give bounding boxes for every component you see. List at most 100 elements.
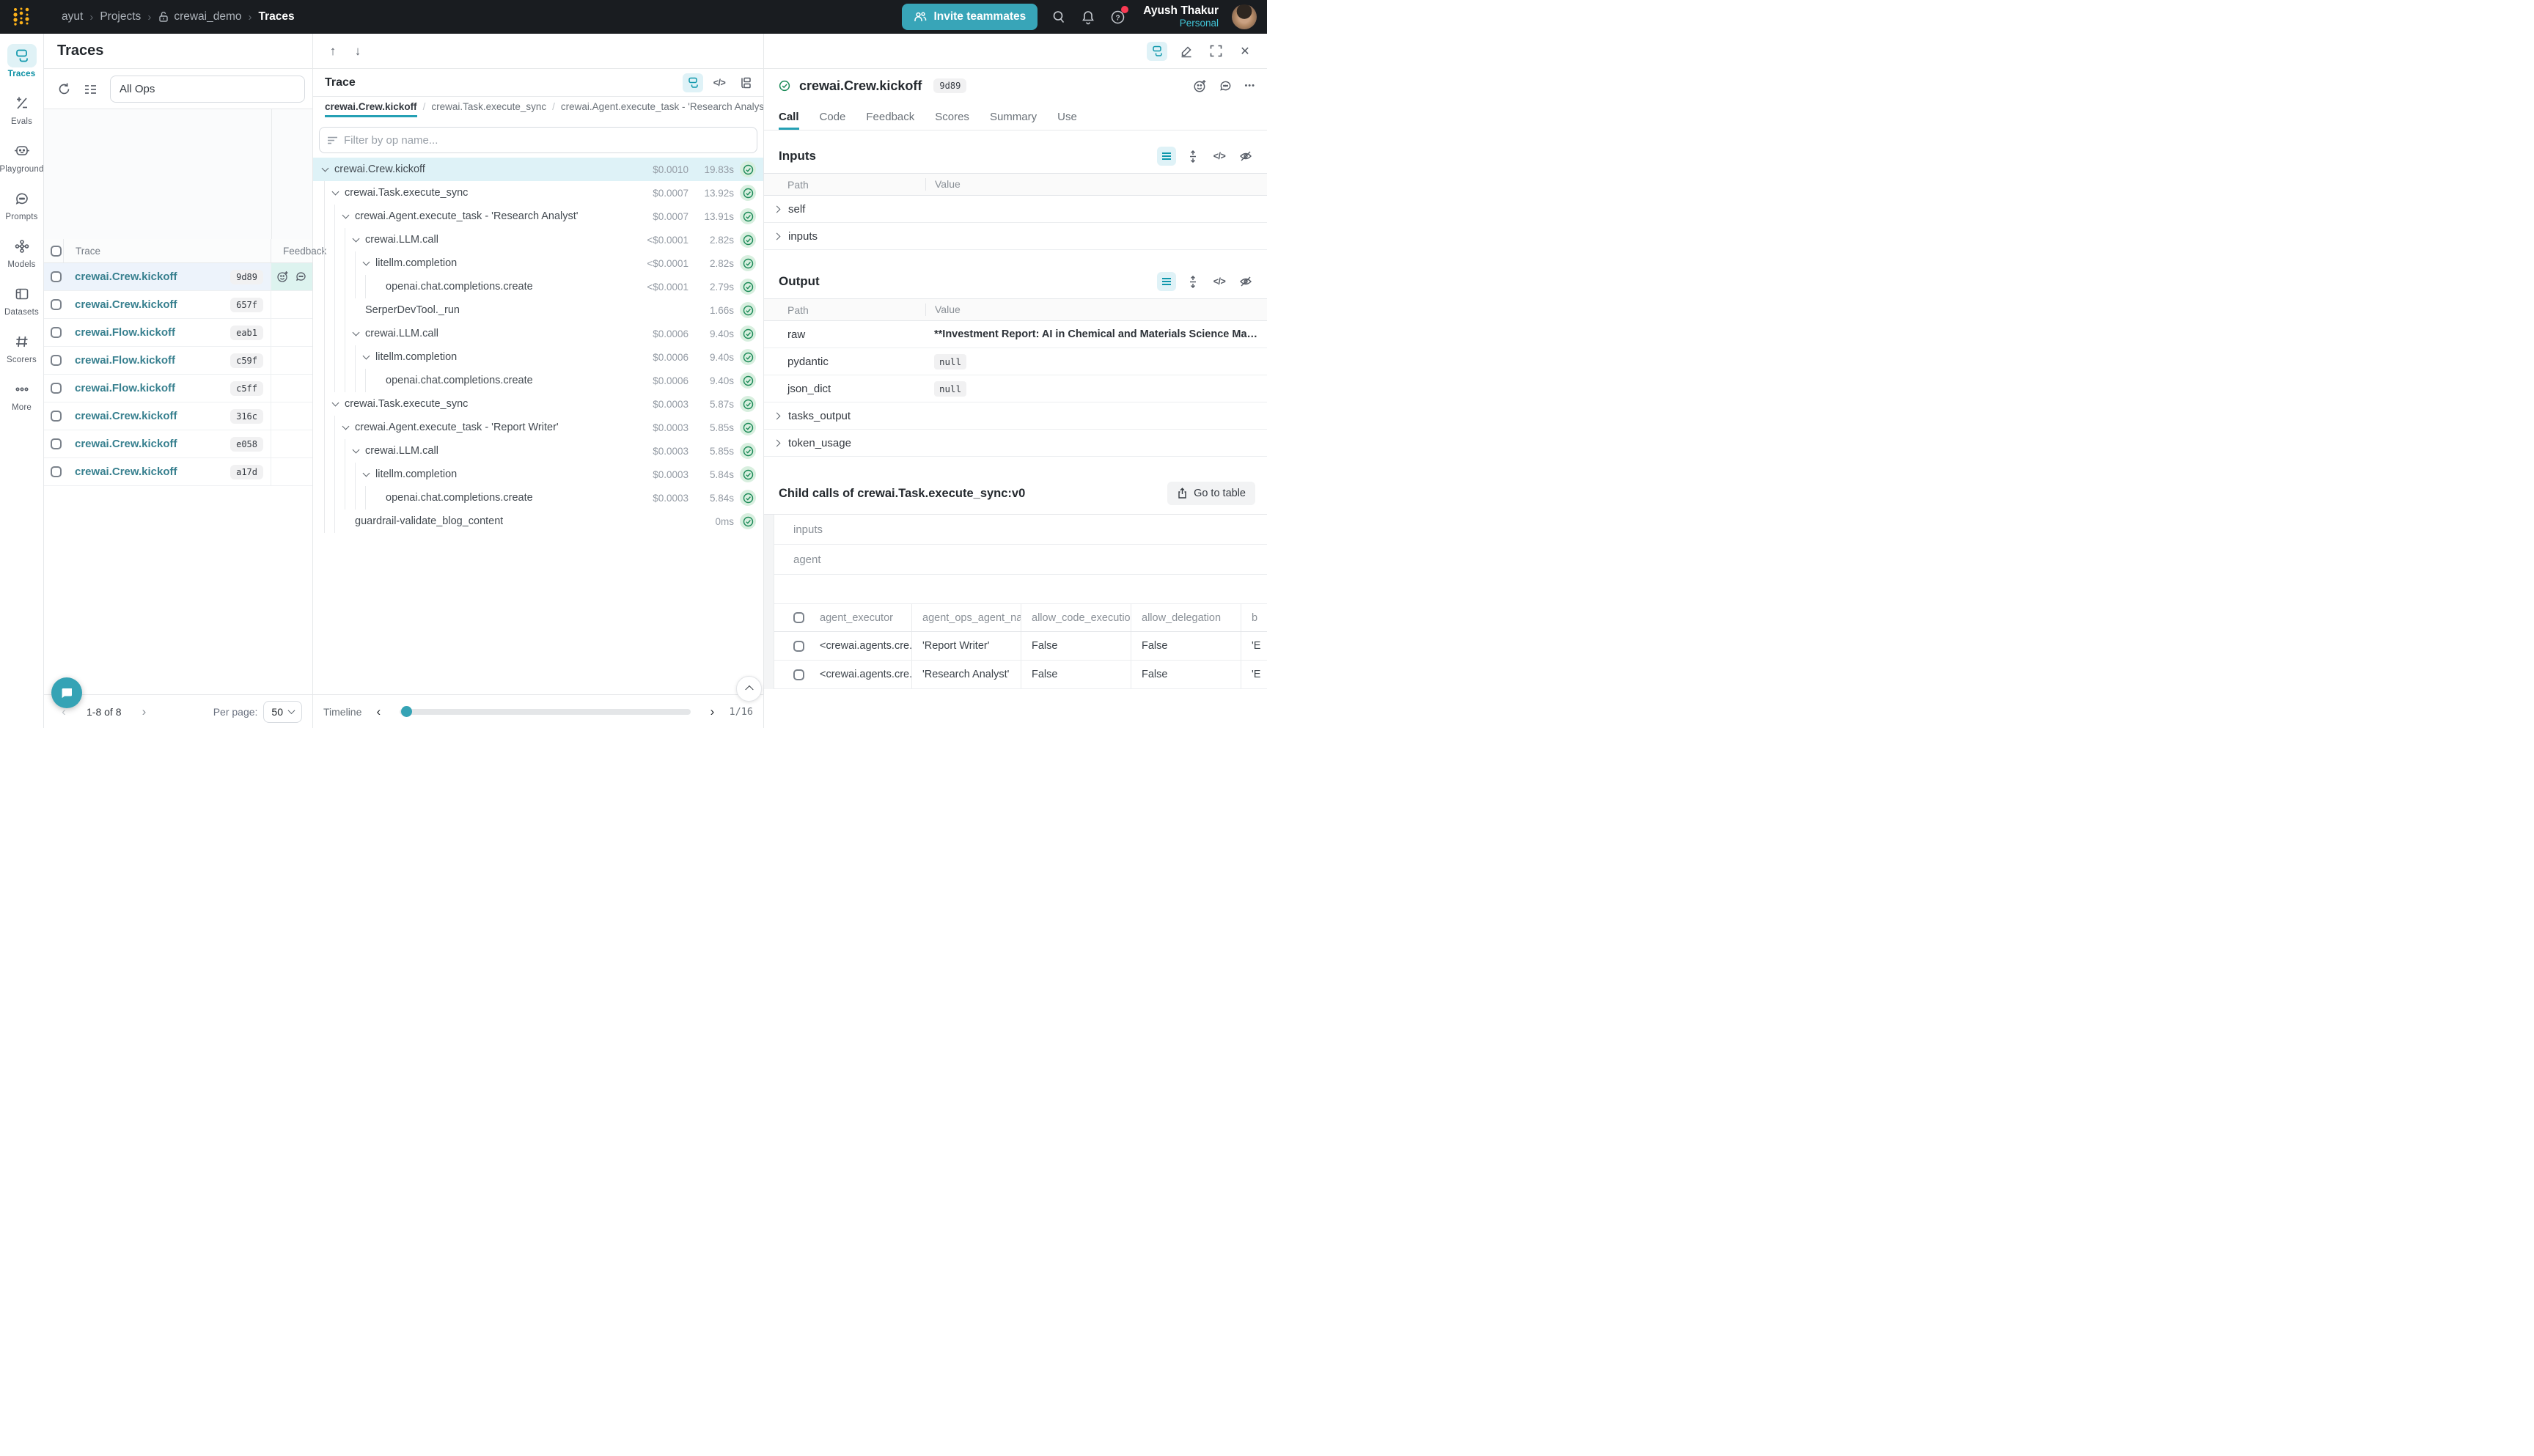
chevron-down-icon[interactable] (351, 238, 361, 241)
expand-collapse-icon[interactable] (1183, 272, 1202, 291)
tab-code[interactable]: Code (820, 111, 846, 130)
timeline-next-button[interactable]: › (702, 705, 721, 719)
table-row[interactable]: <crewai.agents.cre... 'Research Analyst'… (774, 661, 1267, 689)
trace-link[interactable]: crewai.Crew.kickoff (75, 271, 177, 283)
trace-tree-row[interactable]: crewai.LLM.call <$0.0001 2.82s (313, 228, 763, 251)
group-header-agent[interactable]: agent (774, 545, 1267, 575)
op-filter-input[interactable] (344, 134, 749, 147)
next-sibling-button[interactable]: ↓ (347, 40, 369, 62)
trace-tree-row[interactable]: litellm.completion <$0.0001 2.82s (313, 251, 763, 275)
sidebar-item-datasets[interactable]: Datasets (0, 282, 44, 317)
per-page-select[interactable]: 50 (263, 701, 302, 723)
row-checkbox[interactable] (51, 355, 62, 366)
table-row[interactable]: crewai.Flow.kickoff c59f (44, 347, 312, 375)
trace-tree-row[interactable]: crewai.Crew.kickoff $0.0010 19.83s (313, 158, 763, 181)
list-view-icon[interactable] (1157, 147, 1176, 166)
column-header[interactable]: allow_code_execution (1021, 604, 1131, 631)
chevron-down-icon[interactable] (331, 402, 340, 405)
select-all-checkbox[interactable] (51, 246, 62, 257)
group-header-inputs[interactable]: inputs (774, 515, 1267, 545)
avatar[interactable] (1232, 4, 1257, 29)
chevron-down-icon[interactable] (361, 473, 371, 476)
trace-tree-row[interactable]: crewai.Task.execute_sync $0.0007 13.92s (313, 181, 763, 205)
hide-values-eye-icon[interactable] (1236, 147, 1255, 166)
tab-summary[interactable]: Summary (990, 111, 1037, 130)
timeline-slider-knob[interactable] (401, 706, 412, 717)
chevron-down-icon[interactable] (341, 215, 350, 218)
row-checkbox[interactable] (51, 383, 62, 394)
trace-tree-row[interactable]: guardrail-validate_blog_content 0ms (313, 510, 763, 533)
breadcrumb-team[interactable]: ayut (62, 10, 83, 23)
column-header[interactable]: agent_ops_agent_nan (911, 604, 1021, 631)
chevron-down-icon[interactable] (361, 356, 371, 359)
row-checkbox[interactable] (793, 641, 804, 652)
fullscreen-icon[interactable] (1205, 42, 1226, 61)
chevron-down-icon[interactable] (351, 449, 361, 452)
trace-link[interactable]: crewai.Flow.kickoff (75, 354, 175, 367)
table-row[interactable]: crewai.Flow.kickoff eab1 (44, 319, 312, 347)
raw-value[interactable]: **Investment Report: AI in Chemical and … (925, 328, 1267, 340)
trace-link[interactable]: crewai.Crew.kickoff (75, 298, 177, 311)
breadcrumb-project[interactable]: crewai_demo (158, 10, 241, 23)
trace-tree-row[interactable]: SerperDevTool._run 1.66s (313, 298, 763, 322)
tab-call[interactable]: Call (779, 111, 799, 130)
trace-tree-row[interactable]: openai.chat.completions.create <$0.0001 … (313, 275, 763, 298)
chevron-down-icon[interactable] (341, 426, 350, 429)
refresh-icon[interactable] (53, 78, 75, 100)
chevron-down-icon[interactable] (361, 262, 371, 265)
prev-sibling-button[interactable]: ↑ (322, 40, 344, 62)
expand-collapse-icon[interactable] (1183, 147, 1202, 166)
output-row-token-usage[interactable]: token_usage (764, 430, 1267, 457)
output-row-json-dict[interactable]: json_dict null (764, 375, 1267, 402)
tab-use[interactable]: Use (1057, 111, 1077, 130)
column-settings-icon[interactable] (79, 78, 101, 100)
add-reaction-icon[interactable] (276, 271, 289, 283)
row-checkbox[interactable] (793, 669, 804, 680)
close-icon[interactable]: ✕ (1235, 42, 1255, 61)
tree-view-icon[interactable] (1147, 42, 1167, 61)
sidebar-item-traces[interactable]: Traces (0, 44, 44, 78)
timeline-slider[interactable] (400, 709, 691, 715)
code-view-icon[interactable]: </> (1210, 272, 1229, 291)
chat-widget-button[interactable] (51, 677, 82, 708)
invite-teammates-button[interactable]: Invite teammates (902, 4, 1038, 30)
row-checkbox[interactable] (51, 271, 62, 282)
trace-tree-row[interactable]: crewai.LLM.call $0.0006 9.40s (313, 322, 763, 345)
trace-link[interactable]: crewai.Flow.kickoff (75, 382, 175, 394)
stack-crumb[interactable]: crewai.Agent.execute_task - 'Research An… (561, 101, 763, 112)
trace-link[interactable]: crewai.Crew.kickoff (75, 438, 177, 450)
input-row-inputs[interactable]: inputs (764, 223, 1267, 250)
add-reaction-icon[interactable] (1193, 79, 1207, 93)
chevron-right-icon[interactable] (774, 412, 781, 419)
tree-view-icon[interactable] (683, 73, 703, 92)
column-header[interactable]: allow_delegation (1131, 604, 1241, 631)
code-view-icon[interactable]: </> (1210, 147, 1229, 166)
row-checkbox[interactable] (51, 438, 62, 449)
column-header[interactable]: agent_executor (809, 604, 911, 631)
flame-graph-icon[interactable] (735, 73, 756, 92)
row-checkbox[interactable] (51, 327, 62, 338)
chevron-down-icon[interactable] (351, 332, 361, 335)
select-all-checkbox[interactable] (793, 612, 804, 623)
hide-values-eye-icon[interactable] (1236, 272, 1255, 291)
tab-feedback[interactable]: Feedback (866, 111, 914, 130)
input-row-self[interactable]: self (764, 196, 1267, 223)
table-row[interactable]: crewai.Crew.kickoff e058 (44, 430, 312, 458)
table-row[interactable]: crewai.Crew.kickoff a17d (44, 458, 312, 486)
timeline-prev-button[interactable]: ‹ (369, 705, 388, 719)
sidebar-item-prompts[interactable]: Prompts (0, 187, 44, 221)
table-row[interactable]: crewai.Crew.kickoff 657f (44, 291, 312, 319)
column-header[interactable]: b (1241, 604, 1267, 631)
table-row[interactable]: crewai.Crew.kickoff 316c (44, 402, 312, 430)
code-view-icon[interactable]: </> (709, 73, 730, 92)
output-row-raw[interactable]: raw **Investment Report: AI in Chemical … (764, 321, 1267, 348)
table-row[interactable]: crewai.Crew.kickoff 9d89 (44, 263, 312, 291)
sidebar-item-models[interactable]: Models (0, 235, 44, 269)
trace-tree-row[interactable]: crewai.Task.execute_sync $0.0003 5.87s (313, 392, 763, 416)
output-row-tasks-output[interactable]: tasks_output (764, 402, 1267, 430)
trace-tree-row[interactable]: crewai.Agent.execute_task - 'Research An… (313, 205, 763, 228)
chevron-down-icon[interactable] (331, 191, 340, 194)
trace-column-header[interactable]: Trace (63, 239, 271, 262)
go-to-table-button[interactable]: Go to table (1167, 482, 1255, 505)
row-checkbox[interactable] (51, 299, 62, 310)
